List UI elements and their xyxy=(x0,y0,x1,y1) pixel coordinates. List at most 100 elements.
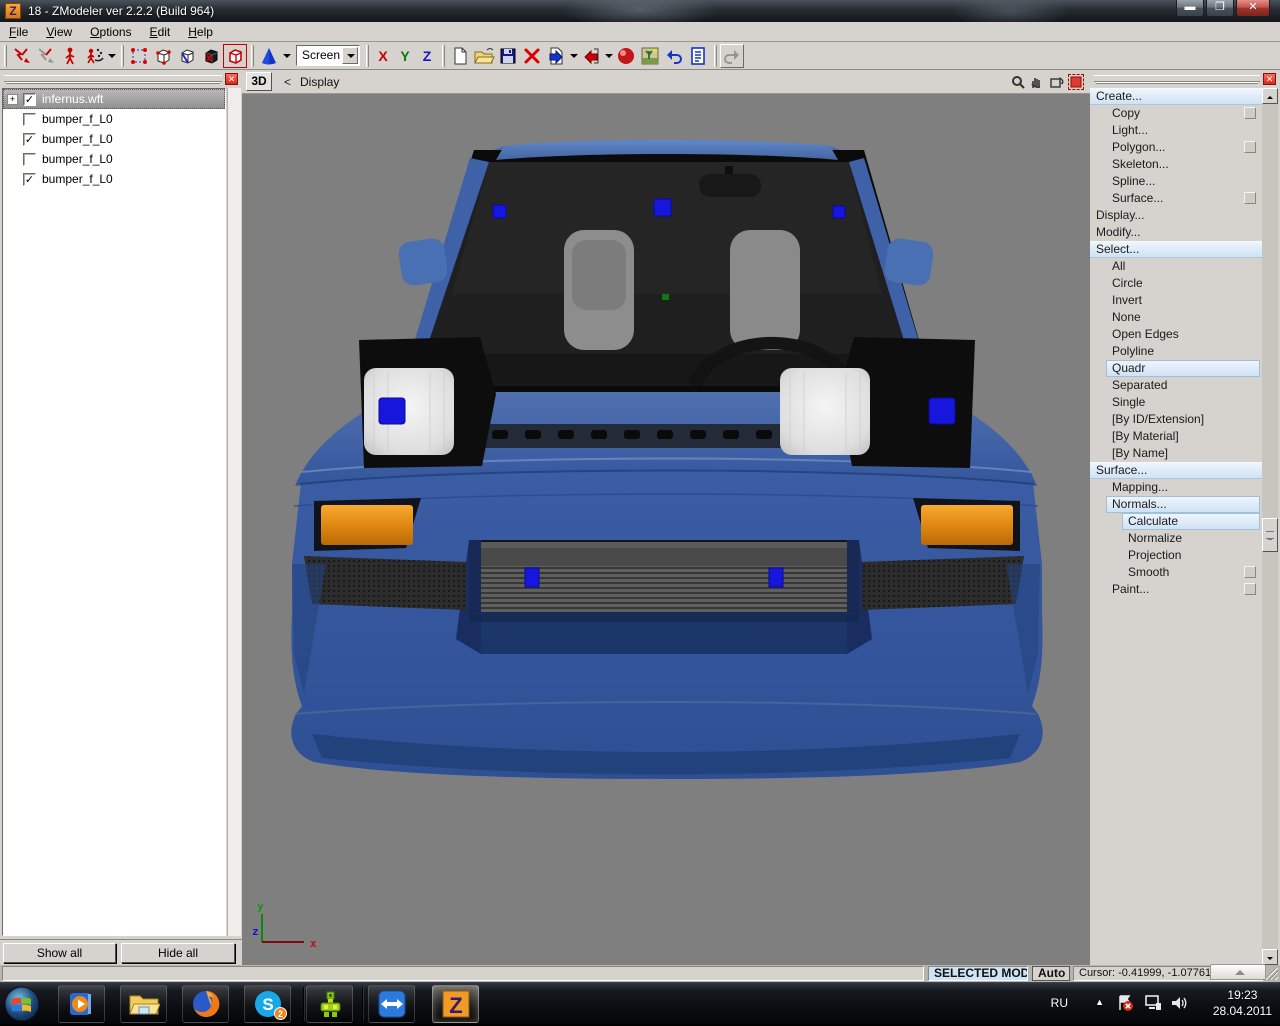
view-mode-button[interactable]: 3D xyxy=(246,72,272,91)
command-all[interactable]: All xyxy=(1090,258,1262,275)
cursor-arrows-gray-icon[interactable] xyxy=(34,44,58,68)
visibility-checkbox[interactable]: ✓ xyxy=(23,133,36,146)
tree-item-bumper_f_l0[interactable]: bumper_f_L0 xyxy=(3,109,225,129)
command-none[interactable]: None xyxy=(1090,309,1262,326)
redo-icon[interactable] xyxy=(720,44,744,68)
expander-icon[interactable]: + xyxy=(7,94,18,105)
command-surface[interactable]: Surface... xyxy=(1090,462,1262,479)
command-polyline[interactable]: Polyline xyxy=(1090,343,1262,360)
language-indicator[interactable]: RU xyxy=(1051,996,1068,1010)
commands-panel-header[interactable]: ✕ xyxy=(1090,70,1280,88)
restore-button[interactable]: ❐ xyxy=(1206,0,1234,17)
scroll-thumb[interactable] xyxy=(1262,518,1278,552)
command-modify[interactable]: Modify... xyxy=(1090,224,1262,241)
command-normals[interactable]: Normals... xyxy=(1090,496,1262,513)
taskbar-zmodeler-icon[interactable]: Z xyxy=(432,985,479,1023)
command-copy[interactable]: Copy xyxy=(1090,105,1262,122)
command-single[interactable]: Single xyxy=(1090,394,1262,411)
axis-z-button[interactable]: Z xyxy=(416,44,438,68)
network-icon[interactable] xyxy=(1144,995,1162,1014)
commands-scrollbar[interactable] xyxy=(1262,88,1278,965)
view-back-arrow[interactable]: < xyxy=(284,75,291,89)
show-all-button[interactable]: Show all xyxy=(3,943,116,963)
select-faces-icon[interactable] xyxy=(199,44,223,68)
export-dropdown-icon[interactable] xyxy=(603,44,614,68)
command-checkbox[interactable] xyxy=(1244,141,1256,153)
command-smooth[interactable]: Smooth xyxy=(1090,564,1262,581)
menu-item-help[interactable]: Help xyxy=(179,22,222,39)
chevron-down-icon[interactable] xyxy=(342,47,358,64)
command-checkbox[interactable] xyxy=(1244,583,1256,595)
action-center-flag-icon[interactable] xyxy=(1116,994,1134,1015)
zoom-icon[interactable] xyxy=(1010,74,1026,90)
orbit-icon[interactable] xyxy=(1048,74,1064,90)
cursor-popup-toggle[interactable] xyxy=(1210,964,1266,980)
toolbar-grip[interactable] xyxy=(121,45,124,67)
tree-item-bumper_f_l0[interactable]: bumper_f_L0 xyxy=(3,149,225,169)
tree-item-bumper_f_l0[interactable]: ✓bumper_f_L0 xyxy=(3,129,225,149)
command-projection[interactable]: Projection xyxy=(1090,547,1262,564)
close-panel-icon[interactable]: ✕ xyxy=(225,73,238,85)
volume-icon[interactable] xyxy=(1170,995,1188,1014)
select-vertices-icon[interactable] xyxy=(127,44,151,68)
axis-x-button[interactable]: X xyxy=(372,44,394,68)
menu-item-edit[interactable]: Edit xyxy=(141,22,180,39)
taskbar-skype-icon[interactable]: S2 xyxy=(244,985,291,1023)
pan-icon[interactable] xyxy=(1028,74,1044,90)
visibility-checkbox[interactable]: ✓ xyxy=(23,173,36,186)
scroll-down-icon[interactable] xyxy=(1262,949,1278,965)
command-by-id-extension[interactable]: [By ID/Extension] xyxy=(1090,411,1262,428)
command-circle[interactable]: Circle xyxy=(1090,275,1262,292)
hide-all-button[interactable]: Hide all xyxy=(121,943,235,963)
close-button[interactable]: ✕ xyxy=(1236,0,1270,17)
command-mapping[interactable]: Mapping... xyxy=(1090,479,1262,496)
panel-grip[interactable] xyxy=(4,75,222,82)
toolbar-grip[interactable] xyxy=(714,45,717,67)
taskbar-teamviewer-icon[interactable] xyxy=(368,985,415,1023)
export-icon[interactable] xyxy=(579,44,603,68)
open-file-icon[interactable] xyxy=(472,44,496,68)
command-spline[interactable]: Spline... xyxy=(1090,173,1262,190)
command-by-name[interactable]: [By Name] xyxy=(1090,445,1262,462)
panel-grip[interactable] xyxy=(1094,75,1260,82)
tree-item-infernus-wft[interactable]: +✓infernus.wft xyxy=(3,89,225,109)
select-objects-icon[interactable] xyxy=(223,44,247,68)
command-polygon[interactable]: Polygon... xyxy=(1090,139,1262,156)
command-surface[interactable]: Surface... xyxy=(1090,190,1262,207)
viewport-canvas[interactable]: y z x xyxy=(242,94,1090,965)
cone-dropdown-icon[interactable] xyxy=(281,44,292,68)
delete-icon[interactable] xyxy=(520,44,544,68)
command-checkbox[interactable] xyxy=(1244,192,1256,204)
visibility-checkbox[interactable]: ✓ xyxy=(23,93,36,106)
select-polygons-icon[interactable] xyxy=(175,44,199,68)
scroll-up-icon[interactable] xyxy=(1262,88,1278,104)
command-by-material[interactable]: [By Material] xyxy=(1090,428,1262,445)
command-display[interactable]: Display... xyxy=(1090,207,1262,224)
command-normalize[interactable]: Normalize xyxy=(1090,530,1262,547)
auto-indicator[interactable]: Auto xyxy=(1032,966,1070,981)
command-paint[interactable]: Paint... xyxy=(1090,581,1262,598)
minimize-button[interactable]: ▬ xyxy=(1176,0,1204,17)
tree-item-bumper_f_l0[interactable]: ✓bumper_f_L0 xyxy=(3,169,225,189)
new-file-icon[interactable] xyxy=(448,44,472,68)
screen-space-combobox[interactable]: Screen xyxy=(296,45,360,66)
mode-dropdown-icon[interactable] xyxy=(106,44,117,68)
visibility-checkbox[interactable] xyxy=(23,113,36,126)
command-checkbox[interactable] xyxy=(1244,107,1256,119)
toolbar-grip[interactable] xyxy=(442,45,445,67)
menu-item-view[interactable]: View xyxy=(37,22,81,39)
command-invert[interactable]: Invert xyxy=(1090,292,1262,309)
command-create[interactable]: Create... xyxy=(1090,88,1262,105)
walking-figure-icon[interactable] xyxy=(58,44,82,68)
menu-item-file[interactable]: File xyxy=(0,22,37,39)
hidden-icons-arrow-icon[interactable]: ▲ xyxy=(1095,997,1104,1007)
undo-icon[interactable] xyxy=(662,44,686,68)
cone-icon[interactable] xyxy=(257,44,281,68)
scene-plant-icon[interactable] xyxy=(638,44,662,68)
maximize-view-icon[interactable] xyxy=(1068,74,1084,90)
title-bar[interactable]: Z 18 - ZModeler ver 2.2.2 (Build 964) ▬ … xyxy=(0,0,1280,22)
visibility-checkbox[interactable] xyxy=(23,153,36,166)
clock[interactable]: 19:23 28.04.2011 xyxy=(1213,987,1272,1019)
axis-y-button[interactable]: Y xyxy=(394,44,416,68)
command-calculate[interactable]: Calculate xyxy=(1090,513,1262,530)
